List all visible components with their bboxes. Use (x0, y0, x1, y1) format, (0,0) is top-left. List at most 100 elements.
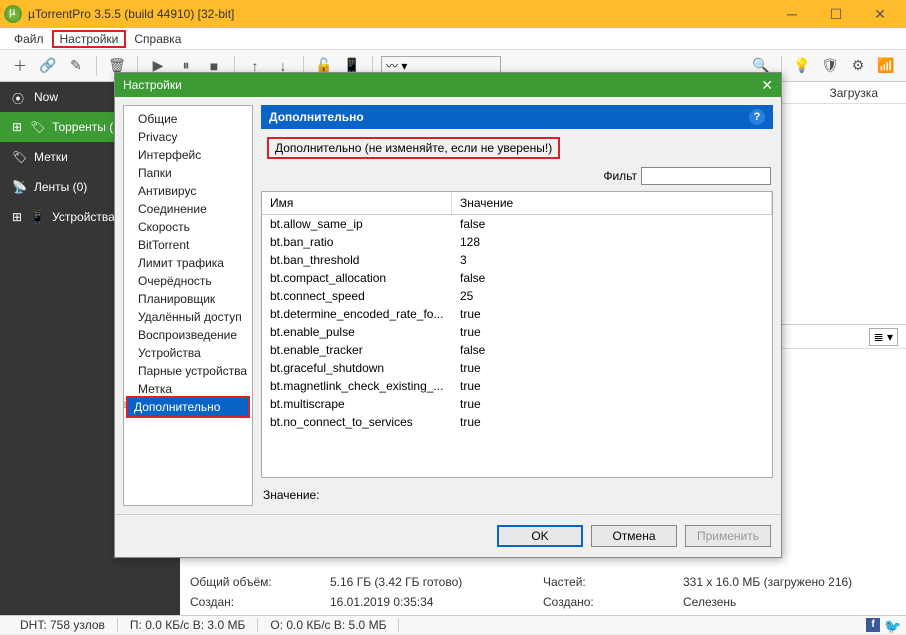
download-speed[interactable]: П: 0.0 КБ/с В: 3.0 МБ (118, 618, 258, 632)
sidebar-item-label: Торренты (3 (52, 120, 120, 134)
table-row[interactable]: bt.no_connect_to_servicestrue (262, 413, 772, 431)
parts-value: 331 x 16.0 МБ (загружено 216) (683, 575, 852, 589)
setting-name: bt.allow_same_ip (262, 216, 452, 232)
sidebar-item-label: Ленты (0) (34, 180, 87, 194)
options-dropdown-icon[interactable]: ≣ ▾ (869, 328, 898, 346)
sidebar-item-label: Now (34, 90, 58, 104)
upload-speed[interactable]: О: 0.0 КБ/с В: 5.0 МБ (258, 618, 399, 632)
tree-item[interactable]: Интерфейс (124, 146, 252, 164)
tree-item[interactable]: Воспроизведение (124, 326, 252, 344)
tree-item[interactable]: Удалённый доступ (124, 308, 252, 326)
expand-icon: ⊞ (12, 210, 22, 224)
device-icon: 📱 (30, 210, 44, 224)
tree-item[interactable]: Папки (124, 164, 252, 182)
setting-name: bt.enable_tracker (262, 342, 452, 358)
table-row[interactable]: bt.enable_trackerfalse (262, 341, 772, 359)
help-icon[interactable]: ? (749, 109, 765, 125)
facebook-icon[interactable]: f (866, 618, 880, 632)
sidebar-item-label: Метки (34, 150, 68, 164)
setting-value: 25 (452, 288, 772, 304)
settings-tree[interactable]: ОбщиеPrivacyИнтерфейсПапкиАнтивирусСоеди… (123, 105, 253, 506)
setting-value: true (452, 306, 772, 322)
minimize-button[interactable]: ─ (770, 0, 814, 28)
tree-item[interactable]: Планировщик (124, 290, 252, 308)
setting-value: true (452, 324, 772, 340)
apply-button[interactable]: Применить (685, 525, 771, 547)
setting-value: 3 (452, 252, 772, 268)
createdby-label: Создано: (543, 595, 683, 609)
parts-label: Частей: (543, 575, 683, 589)
statusbar: DHT: 758 узлов П: 0.0 КБ/с В: 3.0 МБ О: … (0, 615, 906, 633)
menu-file[interactable]: Файл (6, 30, 52, 48)
setting-value: true (452, 414, 772, 430)
total-value: 5.16 ГБ (3.42 ГБ готово) (330, 575, 462, 589)
tree-item[interactable]: Соединение (124, 200, 252, 218)
prefs-icon[interactable]: ⚙ (846, 54, 870, 78)
tree-item[interactable]: Privacy (124, 128, 252, 146)
app-logo-icon (4, 5, 22, 23)
table-row[interactable]: bt.graceful_shutdowntrue (262, 359, 772, 377)
setting-name: bt.enable_pulse (262, 324, 452, 340)
setting-name: bt.graceful_shutdown (262, 360, 452, 376)
filter-input[interactable] (641, 167, 771, 185)
tree-item[interactable]: Скорость (124, 218, 252, 236)
menu-help[interactable]: Справка (126, 30, 189, 48)
table-header-value[interactable]: Значение (452, 192, 772, 214)
tree-item-selected[interactable]: Дополнительно (126, 396, 250, 418)
tree-item[interactable]: BitTorrent (124, 236, 252, 254)
table-row[interactable]: bt.magnetlink_check_existing_...true (262, 377, 772, 395)
table-row[interactable]: bt.connect_speed25 (262, 287, 772, 305)
table-row[interactable]: bt.enable_pulsetrue (262, 323, 772, 341)
setting-name: bt.magnetlink_check_existing_... (262, 378, 452, 394)
table-row[interactable]: bt.ban_ratio128 (262, 233, 772, 251)
setting-name: bt.determine_encoded_rate_fo... (262, 306, 452, 322)
setting-value: false (452, 216, 772, 232)
dht-status[interactable]: DHT: 758 узлов (8, 618, 118, 632)
tree-item[interactable]: Антивирус (124, 182, 252, 200)
close-button[interactable]: ✕ (858, 0, 902, 28)
add-torrent-icon[interactable]: ＋ (8, 54, 32, 78)
create-torrent-icon[interactable]: ✎ (64, 54, 88, 78)
setting-name: bt.multiscrape (262, 396, 452, 412)
maximize-button[interactable]: ☐ (814, 0, 858, 28)
setting-name: bt.compact_allocation (262, 270, 452, 286)
created-label: Создан: (190, 595, 330, 609)
expand-icon: ⊞ (12, 120, 22, 134)
advanced-table: Имя Значение bt.allow_same_ipfalsebt.ban… (261, 191, 773, 478)
preferences-dialog: Настройки ✕ ОбщиеPrivacyИнтерфейсПапкиАн… (114, 72, 782, 558)
twitter-icon[interactable]: 🐦 (884, 618, 898, 632)
col-download[interactable]: Загрузка (829, 86, 878, 100)
table-row[interactable]: bt.multiscrapetrue (262, 395, 772, 413)
tree-item[interactable]: Парные устройства (124, 362, 252, 380)
setting-value: true (452, 378, 772, 394)
advanced-warning: Дополнительно (не изменяйте, если не уве… (267, 137, 560, 159)
table-row[interactable]: bt.determine_encoded_rate_fo...true (262, 305, 772, 323)
ok-button[interactable]: OK (497, 525, 583, 547)
dialog-close-icon[interactable]: ✕ (761, 77, 773, 94)
value-label: Значение: (263, 488, 320, 502)
titlebar: µTorrentPro 3.5.5 (build 44910) [32-bit]… (0, 0, 906, 28)
settings-icon[interactable]: 💡 (790, 54, 814, 78)
menubar: Файл Настройки Справка (0, 28, 906, 50)
dialog-title: Настройки (123, 78, 182, 92)
cancel-button[interactable]: Отмена (591, 525, 677, 547)
setting-name: bt.ban_threshold (262, 252, 452, 268)
table-row[interactable]: bt.ban_threshold3 (262, 251, 772, 269)
tree-item[interactable]: Общие (124, 110, 252, 128)
subscribe-icon[interactable]: 📶 (874, 54, 898, 78)
setting-value: true (452, 360, 772, 376)
menu-settings[interactable]: Настройки (52, 30, 127, 48)
av-icon[interactable]: 🛡 (818, 54, 842, 78)
setting-value: false (452, 270, 772, 286)
tag-icon: 🏷 (12, 150, 26, 164)
table-header-name[interactable]: Имя (262, 192, 452, 214)
createdby-value: Селезень (683, 595, 736, 609)
tree-item[interactable]: Лимит трафика (124, 254, 252, 272)
total-label: Общий объём: (190, 575, 330, 589)
tree-item[interactable]: Устройства (124, 344, 252, 362)
window-title: µTorrentPro 3.5.5 (build 44910) [32-bit] (28, 7, 234, 21)
table-row[interactable]: bt.allow_same_ipfalse (262, 215, 772, 233)
table-row[interactable]: bt.compact_allocationfalse (262, 269, 772, 287)
tree-item[interactable]: Очерёдность (124, 272, 252, 290)
add-url-icon[interactable]: 🔗 (36, 54, 60, 78)
